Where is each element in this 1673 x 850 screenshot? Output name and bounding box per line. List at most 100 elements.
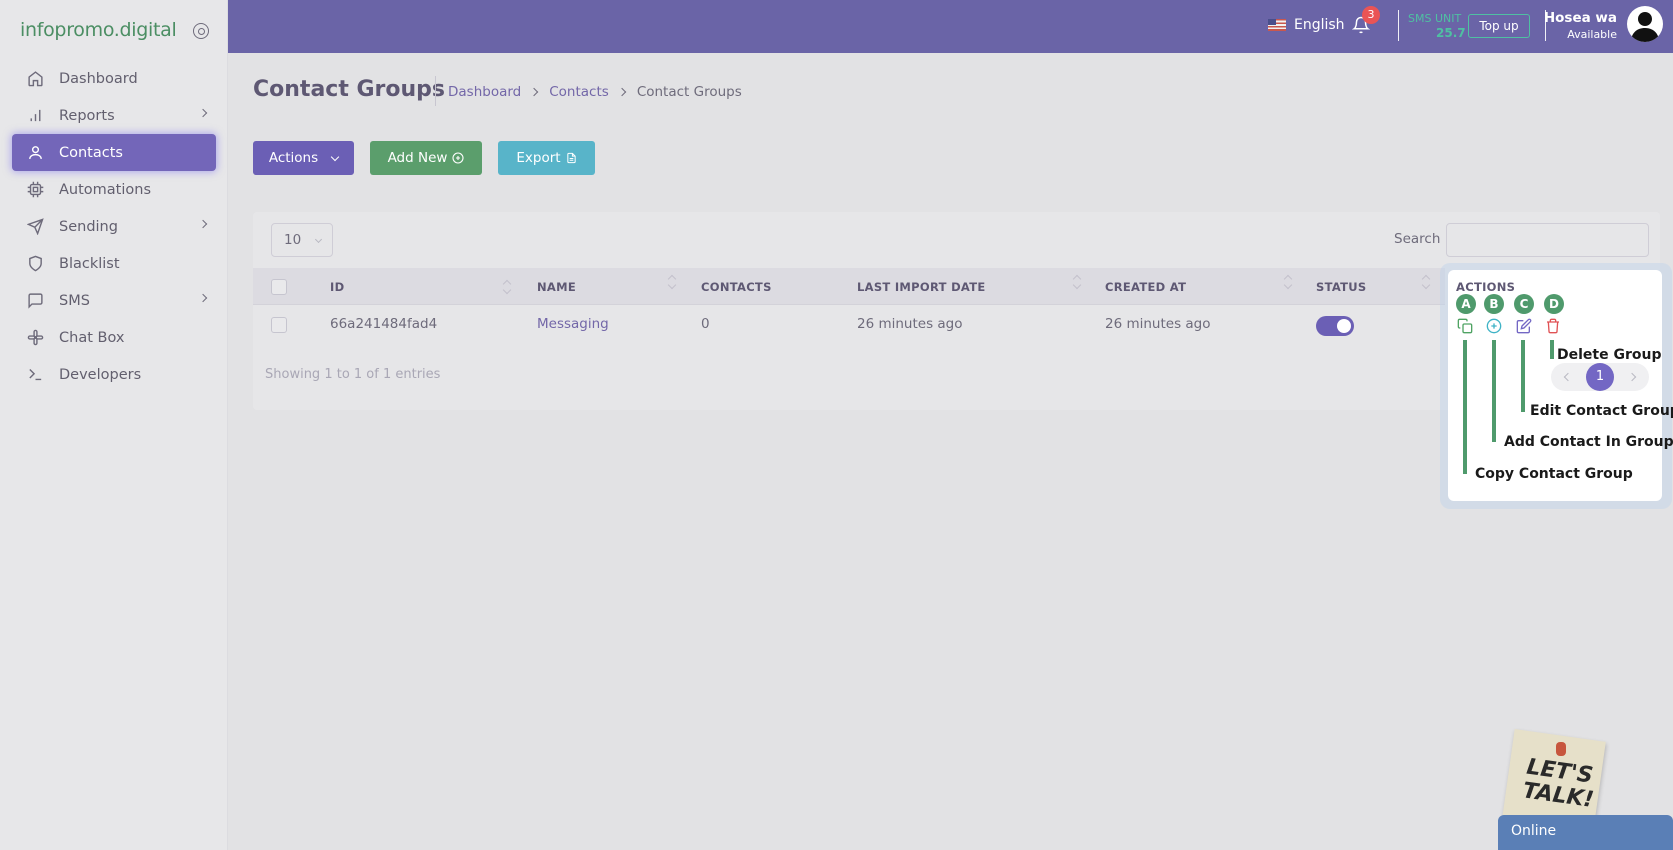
status-toggle[interactable] bbox=[1316, 316, 1354, 336]
brand-logo[interactable]: infopromo.digital bbox=[20, 19, 177, 41]
sidebar-item-label: Blacklist bbox=[59, 255, 120, 272]
cell-last-import: 26 minutes ago bbox=[857, 316, 963, 332]
us-flag-icon[interactable] bbox=[1268, 19, 1286, 31]
actions-label: Actions bbox=[268, 150, 319, 166]
chat-status-bar[interactable]: Online bbox=[1498, 815, 1673, 850]
message-square-icon bbox=[26, 292, 44, 310]
search-input[interactable] bbox=[1446, 223, 1649, 257]
avatar[interactable] bbox=[1627, 6, 1663, 42]
user-status: Available bbox=[1567, 28, 1617, 41]
send-icon bbox=[26, 218, 44, 236]
select-all-checkbox[interactable] bbox=[271, 279, 287, 295]
pagination-page-1[interactable]: 1 bbox=[1586, 363, 1614, 391]
language-selector[interactable]: English bbox=[1294, 17, 1345, 33]
callout-copy-contact-group: Copy Contact Group bbox=[1475, 466, 1633, 482]
column-header-name[interactable]: NAME bbox=[537, 280, 576, 294]
export-button[interactable]: Export bbox=[498, 141, 595, 175]
sidebar-item-label: SMS bbox=[59, 292, 90, 309]
actions-dropdown-button[interactable]: Actions bbox=[253, 141, 354, 175]
cell-contacts: 0 bbox=[701, 316, 710, 332]
sort-icon[interactable] bbox=[503, 277, 511, 295]
column-header-id[interactable]: ID bbox=[330, 280, 344, 294]
marker-c: C bbox=[1514, 294, 1534, 314]
chevron-down-icon bbox=[314, 235, 323, 244]
sms-unit-value: 25.7 bbox=[1436, 26, 1466, 40]
callout-leader-c bbox=[1521, 340, 1525, 412]
sort-icon[interactable] bbox=[1073, 272, 1081, 290]
sort-icon[interactable] bbox=[1284, 272, 1292, 290]
sidebar-item-label: Developers bbox=[59, 366, 142, 383]
cell-name-link[interactable]: Messaging bbox=[537, 316, 609, 332]
chevron-right-icon[interactable] bbox=[1627, 372, 1637, 382]
slack-icon bbox=[26, 329, 44, 347]
sidebar-item-label: Chat Box bbox=[59, 329, 125, 346]
pin-icon bbox=[1556, 742, 1566, 756]
sidebar-item-developers[interactable]: Developers bbox=[12, 356, 216, 393]
chevron-right-icon bbox=[198, 293, 208, 303]
navbar-divider bbox=[1398, 10, 1399, 41]
copy-icon[interactable] bbox=[1456, 317, 1474, 335]
export-label: Export bbox=[516, 150, 561, 166]
bar-chart-icon bbox=[26, 107, 44, 125]
sidebar-item-contacts[interactable]: Contacts bbox=[12, 134, 216, 171]
page-length-select[interactable]: 10 bbox=[271, 223, 333, 257]
sidebar-collapse-icon[interactable] bbox=[193, 23, 209, 39]
sidebar-item-automations[interactable]: Automations bbox=[12, 171, 216, 208]
sidebar-item-label: Dashboard bbox=[59, 70, 138, 87]
column-header-contacts[interactable]: CONTACTS bbox=[701, 280, 772, 294]
terminal-icon bbox=[26, 366, 44, 384]
table-header bbox=[253, 268, 1445, 305]
plus-circle-icon[interactable] bbox=[1485, 317, 1503, 335]
sidebar-item-sms[interactable]: SMS bbox=[12, 282, 216, 319]
breadcrumb-contacts[interactable]: Contacts bbox=[549, 84, 609, 100]
sidebar-item-reports[interactable]: Reports bbox=[12, 97, 216, 134]
sidebar-item-blacklist[interactable]: Blacklist bbox=[12, 245, 216, 282]
cell-id: 66a241484fad4 bbox=[330, 316, 438, 332]
sidebar-item-label: Automations bbox=[59, 181, 152, 198]
chat-status-label: Online bbox=[1511, 823, 1557, 839]
chevron-right-icon bbox=[198, 219, 208, 229]
sort-icon[interactable] bbox=[1422, 272, 1430, 290]
sidebar-item-dashboard[interactable]: Dashboard bbox=[12, 60, 216, 97]
add-new-button[interactable]: Add New bbox=[370, 141, 482, 175]
callout-delete-group: Delete Group bbox=[1557, 347, 1662, 363]
callout-edit-contact-group: Edit Contact Group bbox=[1530, 403, 1673, 419]
notification-badge: 3 bbox=[1362, 6, 1380, 24]
sidebar-item-chat-box[interactable]: Chat Box bbox=[12, 319, 216, 356]
sidebar-nav: Dashboard Reports Contacts Automations S… bbox=[0, 60, 228, 393]
search-label: Search bbox=[1394, 231, 1441, 247]
chevron-right-icon bbox=[198, 108, 208, 118]
file-text-icon bbox=[566, 152, 576, 164]
marker-b: B bbox=[1484, 294, 1504, 314]
topup-button[interactable]: Top up bbox=[1468, 14, 1530, 38]
marker-d: D bbox=[1544, 294, 1564, 314]
chevron-right-icon bbox=[530, 87, 539, 97]
lets-talk-text: LET'S TALK! bbox=[1520, 754, 1596, 813]
user-icon bbox=[26, 144, 44, 162]
sort-icon[interactable] bbox=[668, 272, 676, 290]
column-header-status[interactable]: STATUS bbox=[1316, 280, 1367, 294]
add-new-label: Add New bbox=[387, 150, 448, 166]
sidebar-item-label: Contacts bbox=[59, 144, 123, 161]
chevron-left-icon[interactable] bbox=[1563, 372, 1573, 382]
home-icon bbox=[26, 70, 44, 88]
row-checkbox[interactable] bbox=[271, 317, 287, 333]
user-name[interactable]: Hosea wa bbox=[1544, 10, 1617, 26]
shield-icon bbox=[26, 255, 44, 273]
breadcrumb-current: Contact Groups bbox=[636, 84, 742, 100]
sidebar-item-label: Reports bbox=[59, 107, 115, 124]
breadcrumb-dashboard[interactable]: Dashboard bbox=[448, 84, 521, 100]
cpu-icon bbox=[26, 181, 44, 199]
plus-circle-icon bbox=[452, 152, 464, 164]
marker-a: A bbox=[1456, 294, 1476, 314]
sidebar: infopromo.digital Dashboard Reports Cont… bbox=[0, 0, 228, 850]
callout-add-contact-in-group: Add Contact In Group bbox=[1504, 434, 1673, 450]
column-header-created-at[interactable]: CREATED AT bbox=[1105, 280, 1186, 294]
callout-leader-b bbox=[1492, 340, 1496, 442]
sidebar-item-sending[interactable]: Sending bbox=[12, 208, 216, 245]
trash-icon[interactable] bbox=[1544, 317, 1562, 335]
column-header-last-import-date[interactable]: LAST IMPORT DATE bbox=[857, 280, 986, 294]
edit-icon[interactable] bbox=[1515, 317, 1533, 335]
breadcrumb: Dashboard Contacts Contact Groups bbox=[448, 84, 742, 100]
title-divider bbox=[435, 76, 436, 106]
